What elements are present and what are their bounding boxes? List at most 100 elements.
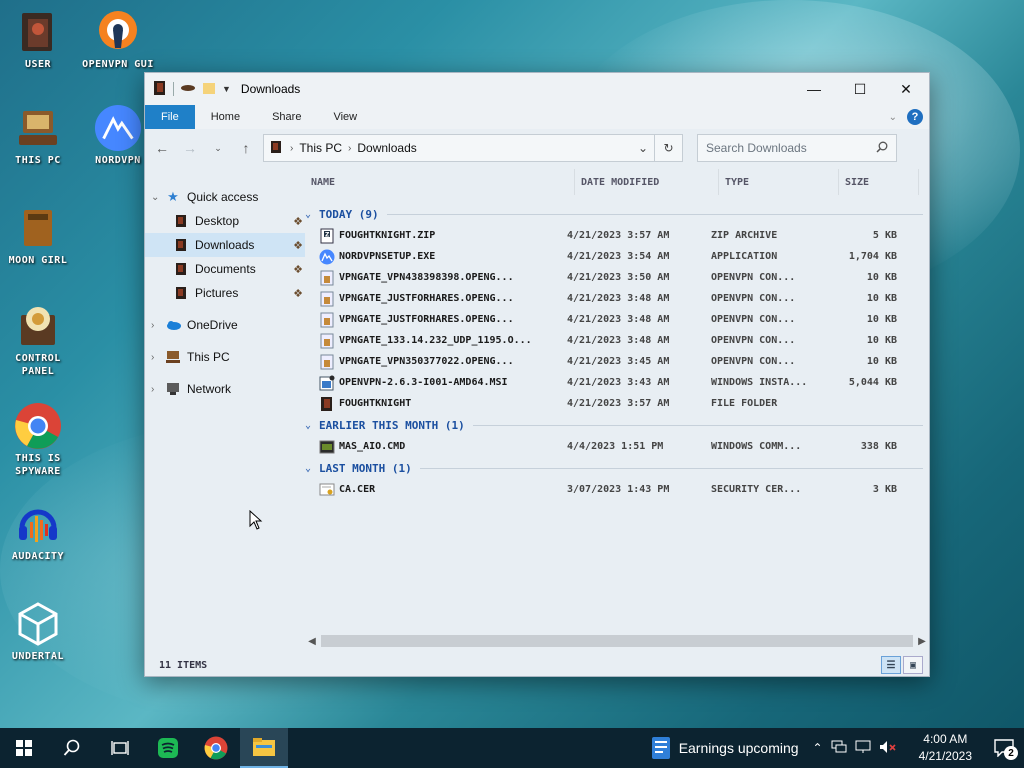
pin-icon[interactable]: ❖ (293, 215, 303, 228)
breadcrumb-downloads[interactable]: Downloads (353, 141, 420, 155)
search-box[interactable] (697, 134, 897, 162)
column-name[interactable]: Name (305, 169, 575, 195)
scroll-left-icon[interactable]: ◀ (305, 636, 319, 647)
desktop-icon-openvpn[interactable]: OpenVPN GUI (80, 8, 156, 71)
file-row[interactable]: vpngate_vpn438398398.openg... 4/21/2023 3… (305, 267, 929, 288)
refresh-icon[interactable]: ↻ (654, 135, 682, 161)
tab-home[interactable]: Home (195, 105, 256, 129)
close-button[interactable]: ✕ (883, 73, 929, 105)
forward-button[interactable]: → (179, 137, 201, 159)
task-view-button[interactable] (96, 728, 144, 768)
nordvpn-icon (94, 104, 142, 152)
column-size[interactable]: Size (839, 169, 919, 195)
pin-icon[interactable]: ❖ (293, 239, 303, 252)
file-row[interactable]: vpngate_justforhares.openg... 4/21/2023 3… (305, 288, 929, 309)
desktop-icon-chrome[interactable]: This is spyware (0, 402, 76, 478)
minimize-button[interactable]: — (791, 73, 837, 105)
search-button[interactable] (48, 728, 96, 768)
taskbar-spotify-button[interactable] (144, 728, 192, 768)
network-icon[interactable] (831, 740, 847, 757)
address-dropdown-icon[interactable]: ⌄ (632, 141, 654, 155)
nav-downloads[interactable]: Downloads ❖ (145, 233, 305, 257)
desktop-icon-user[interactable]: User (0, 8, 76, 71)
file-type: Application (711, 251, 778, 262)
file-size: 3 KB (872, 484, 897, 495)
desktop-icon-moon-girl[interactable]: Moon Girl (0, 204, 76, 267)
expand-icon[interactable]: › (151, 352, 165, 363)
desktop-icon-this-pc[interactable]: This PC (0, 104, 76, 167)
taskbar-chrome-button[interactable] (192, 728, 240, 768)
pin-icon[interactable]: ❖ (293, 263, 303, 276)
back-button[interactable]: ← (151, 137, 173, 159)
file-row[interactable]: foughtknight 4/21/2023 3:57 AM File folder (305, 393, 929, 414)
desktop-icon-label: User (24, 59, 52, 70)
details-view-button[interactable]: ☰ (881, 656, 901, 674)
file-row[interactable]: ca.cer 3/07/2023 1:43 PM Security Cer... 3 … (305, 479, 929, 500)
tab-view[interactable]: View (317, 105, 373, 129)
nav-pictures[interactable]: Pictures ❖ (145, 281, 305, 305)
file-row[interactable]: vpngate_justforhares.openg... 4/21/2023 3… (305, 309, 929, 330)
group-header[interactable]: ⌄ Last month (1) (305, 457, 929, 479)
expand-icon[interactable]: › (151, 320, 165, 331)
file-row[interactable]: MAS_AIO.cmd 4/4/2023 1:51 PM Windows Comm.… (305, 436, 929, 457)
news-widget[interactable]: Earnings upcoming (651, 736, 813, 760)
column-date-modified[interactable]: Date modified (575, 169, 719, 195)
recent-locations-button[interactable]: ⌄ (207, 137, 229, 159)
desktop-icon-control-panel[interactable]: Control Panel (0, 302, 76, 378)
taskbar-file-explorer-button[interactable] (240, 728, 288, 768)
nav-documents[interactable]: Documents ❖ (145, 257, 305, 281)
nav-onedrive[interactable]: › OneDrive (145, 313, 305, 337)
file-row[interactable]: Zfoughtknight.zip 4/21/2023 3:57 AM ZIP Ar… (305, 225, 929, 246)
clock[interactable]: 4:00 AM 4/21/2023 (907, 731, 984, 765)
chevron-up-icon[interactable]: ⌃ (813, 741, 823, 755)
help-icon[interactable]: ? (907, 109, 923, 125)
maximize-button[interactable]: ☐ (837, 73, 883, 105)
file-explorer-window[interactable]: ▼ Downloads — ☐ ✕ File Home Share View ⌄… (144, 72, 930, 677)
file-row[interactable]: vpngate_vpn350377022.openg... 4/21/2023 3… (305, 351, 929, 372)
address-bar[interactable]: › This PC › Downloads ⌄ ↻ (263, 134, 683, 162)
nav-network[interactable]: › Network (145, 377, 305, 401)
display-icon[interactable] (855, 740, 871, 757)
search-icon[interactable] (876, 141, 888, 156)
nav-desktop[interactable]: Desktop ❖ (145, 209, 305, 233)
title-bar[interactable]: ▼ Downloads — ☐ ✕ (145, 73, 929, 105)
search-input[interactable] (706, 141, 876, 155)
large-icons-view-button[interactable]: ▣ (903, 656, 923, 674)
customize-toolbar-icon[interactable]: ▼ (222, 84, 231, 94)
breadcrumb-this-pc[interactable]: This PC (295, 141, 346, 155)
group-header[interactable]: ⌄ Today (9) (305, 203, 929, 225)
notification-center-button[interactable]: 2 (984, 728, 1024, 768)
group-collapse-icon[interactable]: ⌄ (305, 420, 319, 431)
properties-icon[interactable] (180, 82, 196, 96)
app-icon[interactable] (153, 80, 167, 99)
desktop-icon-audacity[interactable]: Audacity (0, 500, 76, 563)
nav-this-pc[interactable]: › This PC (145, 345, 305, 369)
file-name: MAS_AIO.cmd (339, 441, 406, 452)
horizontal-scrollbar[interactable]: ◀ ▶ (305, 634, 929, 648)
group-header[interactable]: ⌄ Earlier this month (1) (305, 414, 929, 436)
group-collapse-icon[interactable]: ⌄ (305, 209, 319, 220)
desktop-icon-undertal[interactable]: Undertal (0, 600, 76, 663)
volume-muted-icon[interactable] (879, 740, 897, 757)
desktop-icon-label: Audacity (11, 551, 65, 562)
expand-icon[interactable]: › (151, 384, 165, 395)
file-date: 4/21/2023 3:57 AM (567, 230, 670, 241)
scrollbar-thumb[interactable] (321, 635, 913, 647)
scroll-right-icon[interactable]: ▶ (915, 636, 929, 647)
file-row[interactable]: NordVPNSetup.exe 4/21/2023 3:54 AM Applica… (305, 246, 929, 267)
new-folder-icon[interactable] (202, 81, 216, 98)
file-name: foughtknight.zip (339, 230, 436, 241)
column-type[interactable]: Type (719, 169, 839, 195)
start-button[interactable] (0, 728, 48, 768)
up-button[interactable]: ↑ (235, 137, 257, 159)
item-count: 11 items (159, 659, 208, 671)
file-row[interactable]: OpenVPN-2.6.3-I001-amd64.msi 4/21/2023 3:… (305, 372, 929, 393)
group-collapse-icon[interactable]: ⌄ (305, 463, 319, 474)
tab-file[interactable]: File (145, 105, 195, 129)
tab-share[interactable]: Share (256, 105, 317, 129)
nav-quick-access[interactable]: ⌄ ★ Quick access (145, 185, 305, 209)
file-row[interactable]: vpngate_133.14.232_udp_1195.o... 4/21/202… (305, 330, 929, 351)
pin-icon[interactable]: ❖ (293, 287, 303, 300)
collapse-icon[interactable]: ⌄ (151, 192, 165, 203)
expand-ribbon-icon[interactable]: ⌄ (889, 112, 897, 123)
